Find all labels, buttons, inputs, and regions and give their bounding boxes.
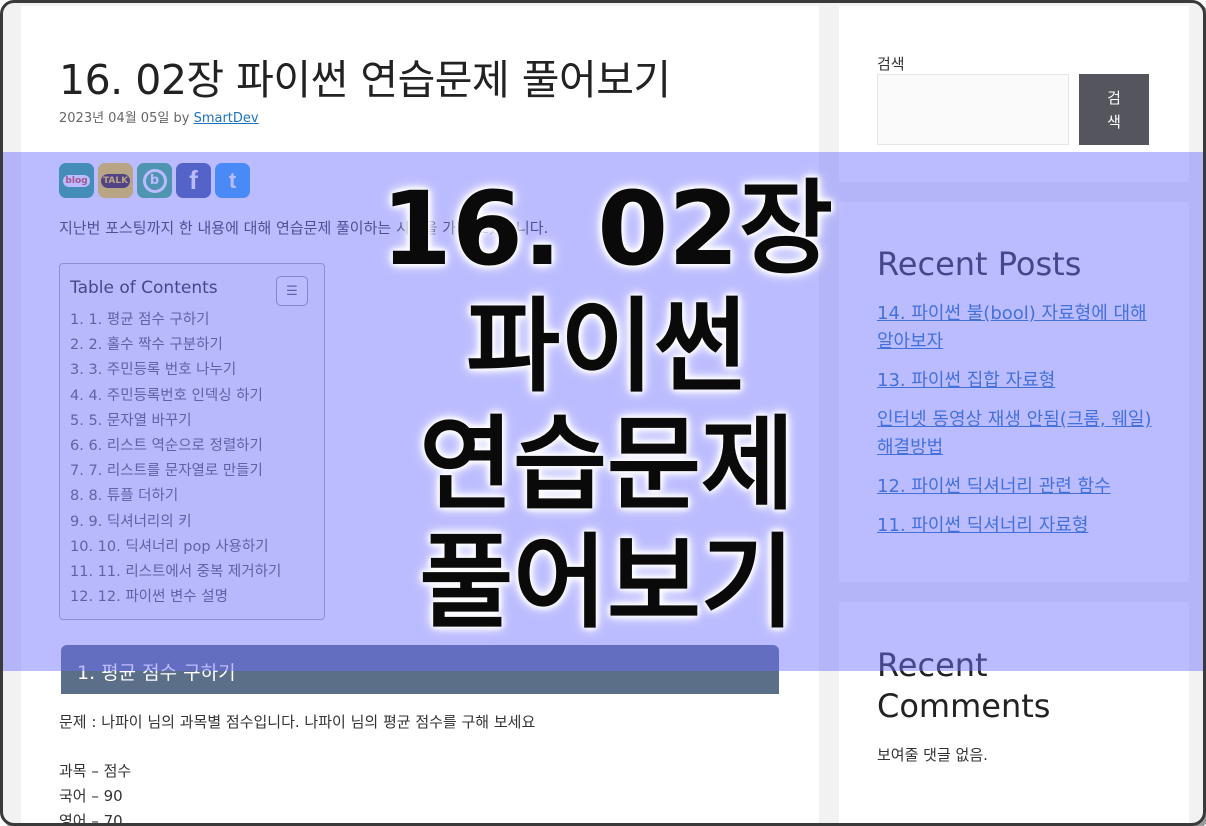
- overlay-title-line: 16. 02장: [381, 170, 833, 289]
- post-date: 2023년 04월 05일: [59, 111, 170, 126]
- overlay-title-line: 풀어보기: [419, 524, 795, 643]
- browser-frame: 16. 02장 파이썬 연습문제 풀어보기 2023년 04월 05일 by S…: [0, 0, 1206, 826]
- overlay-title-line: 연습문제: [419, 406, 795, 525]
- body-line: 국어 – 90: [59, 787, 123, 805]
- search-input[interactable]: [877, 74, 1069, 145]
- body-line: 영어 – 70: [59, 812, 123, 826]
- question-text: 문제 : 나파이 님의 과목별 점수입니다. 나파이 님의 평균 점수를 구해 …: [59, 713, 536, 731]
- overlay-title: 16. 02장 파이썬 연습문제 풀어보기: [303, 171, 911, 643]
- author-link[interactable]: SmartDev: [194, 111, 259, 126]
- post-title: 16. 02장 파이썬 연습문제 풀어보기: [59, 56, 671, 104]
- no-comments-text: 보여줄 댓글 없음.: [877, 746, 988, 764]
- overlay-title-line: 파이썬: [466, 288, 748, 407]
- body-line: 과목 – 점수: [59, 762, 132, 780]
- search-button[interactable]: 검색: [1079, 74, 1149, 145]
- post-meta: 2023년 04월 05일 by SmartDev: [59, 107, 259, 126]
- post-by: by: [173, 111, 190, 126]
- search-label: 검색: [877, 55, 905, 73]
